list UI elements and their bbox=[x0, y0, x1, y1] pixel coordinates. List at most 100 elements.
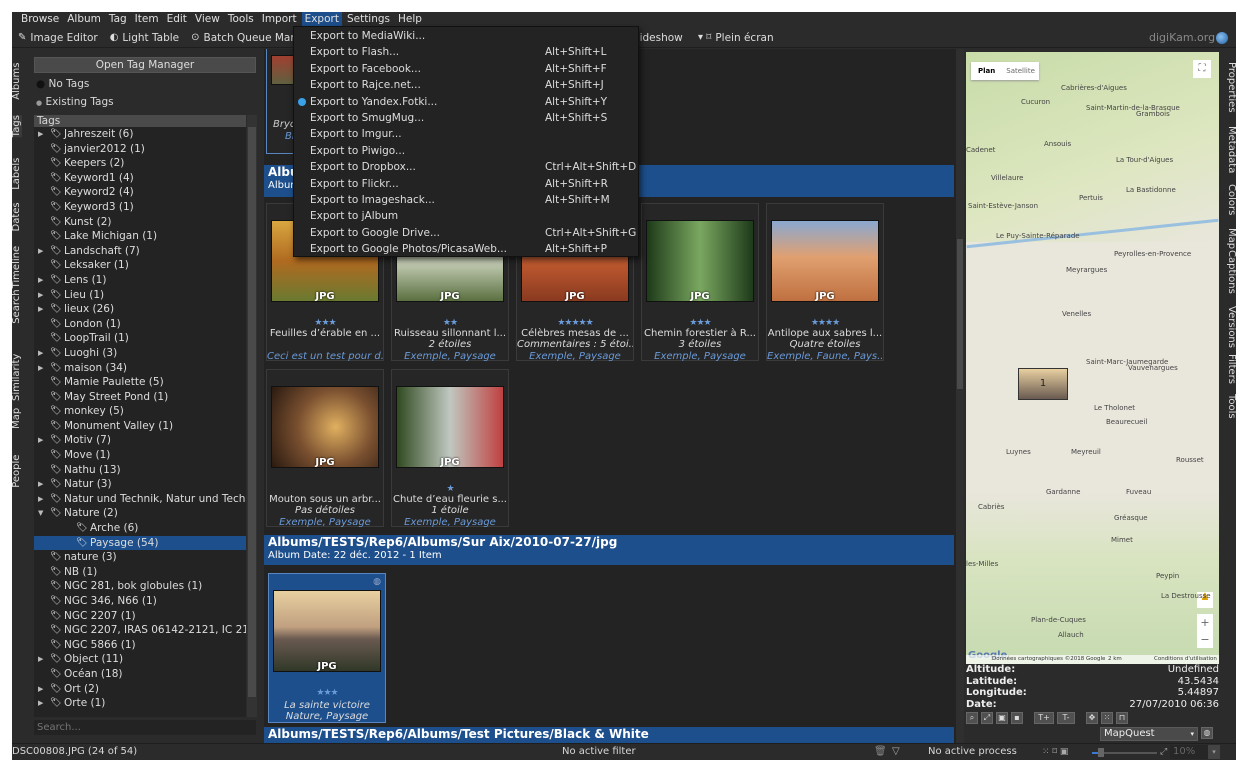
tag-item[interactable]: 🏷︎ monkey (5) bbox=[34, 404, 246, 419]
tag-item[interactable]: 🏷︎ Nathu (13) bbox=[34, 463, 246, 478]
tag-item[interactable]: ▶ 🏷︎ Ort (2) bbox=[34, 682, 246, 697]
tag-item[interactable]: 🏷︎ NGC 5866 (1) bbox=[34, 638, 246, 653]
chevron-right-icon[interactable]: ▶ bbox=[38, 273, 43, 288]
tab-labels[interactable]: Labels bbox=[12, 158, 22, 190]
text-bigger-button[interactable]: T+ bbox=[1034, 712, 1054, 724]
chevron-right-icon[interactable]: ▶ bbox=[38, 302, 43, 317]
tab-tags[interactable]: Tags bbox=[12, 115, 22, 138]
tab-people[interactable]: People bbox=[12, 455, 22, 488]
menu-settings[interactable]: Settings bbox=[344, 12, 393, 27]
tab-albums[interactable]: Albums bbox=[12, 63, 22, 100]
export-menu-item[interactable]: Export to Dropbox... Ctrl+Alt+Shift+D bbox=[294, 159, 638, 175]
tag-item[interactable]: 🏷︎ NB (1) bbox=[34, 565, 246, 580]
thumbnail-tile[interactable]: JPG ★★★★ Antilope aux sabres l... Quatre ét… bbox=[766, 203, 884, 362]
export-menu-item[interactable]: Export to MediaWiki... bbox=[294, 28, 638, 44]
zoom-to-icon[interactable]: ⌕ bbox=[966, 712, 978, 724]
tag-item[interactable]: ▶ 🏷︎ Natur (3) bbox=[34, 477, 246, 492]
map-view[interactable]: Plan Satellite ⛶ 1 ♟ +− Google Données c… bbox=[966, 52, 1219, 664]
tag-item[interactable]: ▶ 🏷︎ lieux (26) bbox=[34, 302, 246, 317]
tab-filters[interactable]: Filters bbox=[1226, 354, 1236, 384]
tag-item[interactable]: ▶ 🏷︎ Lieu (1) bbox=[34, 288, 246, 303]
tab-properties[interactable]: Properties bbox=[1226, 62, 1236, 113]
menu-import[interactable]: Import bbox=[259, 12, 300, 27]
tag-item[interactable]: ▶ 🏷︎ maison (34) bbox=[34, 361, 246, 376]
tags-column-header[interactable]: Tags bbox=[34, 115, 246, 127]
tag-item[interactable]: 🏷︎ LoopTrail (1) bbox=[34, 331, 246, 346]
chevron-right-icon[interactable]: ▶ bbox=[38, 361, 43, 376]
map-provider-select[interactable]: MapQuest ▾ bbox=[1100, 727, 1198, 741]
plan-button[interactable]: Plan bbox=[971, 62, 1002, 80]
map-zoom-control[interactable]: + − bbox=[1197, 614, 1213, 648]
light-table-button[interactable]: ◐ Light Table bbox=[110, 32, 179, 44]
tab-versions[interactable]: Versions bbox=[1226, 306, 1236, 348]
export-menu-item[interactable]: Export to Imageshack... Alt+Shift+M bbox=[294, 192, 638, 208]
thumbnail-tile[interactable]: JPG ★★★ Chemin forestier à R... 3 étoiles Ex… bbox=[641, 203, 759, 362]
export-menu-item[interactable]: Export to Google Photos/PicasaWeb... Alt+… bbox=[294, 241, 638, 257]
lock-icon[interactable]: ⊓ bbox=[1116, 712, 1128, 724]
preview-icon[interactable]: ▣ bbox=[996, 712, 1008, 724]
map-fullscreen-icon[interactable]: ⛶ bbox=[1193, 60, 1211, 78]
tag-item[interactable]: 🏷︎ Keyword3 (1) bbox=[34, 200, 246, 215]
open-tag-manager-button[interactable]: Open Tag Manager bbox=[34, 57, 256, 73]
tag-item[interactable]: ▶ 🏷︎ Jahreszeit (6) bbox=[34, 127, 246, 142]
chevron-down-icon[interactable]: ▼ bbox=[38, 506, 43, 521]
no-tags-radio[interactable]: ● No Tags bbox=[36, 78, 89, 90]
image-icon[interactable]: ▪ bbox=[1011, 712, 1023, 724]
tag-item[interactable]: 🏷︎ London (1) bbox=[34, 317, 246, 332]
export-menu-item[interactable]: Export to Yandex.Fotki... Alt+Shift+Y bbox=[294, 94, 638, 110]
export-menu-item[interactable]: Export to Flickr... Alt+Shift+R bbox=[294, 176, 638, 192]
zoom-controls-icons[interactable]: ⁙ ⌑ ▣ bbox=[1042, 744, 1068, 760]
chevron-right-icon[interactable]: ▶ bbox=[38, 682, 43, 697]
thumbnail-tile[interactable]: JPG ★ Chute d’eau fleurie s... 1 étoile Exem… bbox=[391, 369, 509, 528]
filter-icon[interactable]: ▽ bbox=[892, 744, 900, 760]
chevron-right-icon[interactable]: ▶ bbox=[38, 696, 43, 711]
tag-item[interactable]: ▶ 🏷︎ Landschaft (7) bbox=[34, 244, 246, 259]
tag-item[interactable]: 🏷︎ Arche (6) bbox=[34, 521, 246, 536]
tag-item[interactable]: ▼ 🏷︎ Nature (2) bbox=[34, 506, 246, 521]
tab-colors[interactable]: Colors bbox=[1226, 184, 1236, 215]
chevron-down-icon[interactable]: ▾ bbox=[1208, 745, 1220, 759]
menu-edit[interactable]: Edit bbox=[164, 12, 190, 27]
tab-tools[interactable]: Tools bbox=[1226, 394, 1236, 419]
tag-item[interactable]: 🏷︎ Keyword1 (4) bbox=[34, 171, 246, 186]
tag-item[interactable]: ▶ 🏷︎ Natur und Technik, Natur und Technik bbox=[34, 492, 246, 507]
export-menu-item[interactable]: Export to Piwigo... bbox=[294, 143, 638, 159]
tab-captions[interactable]: Captions bbox=[1226, 250, 1236, 294]
export-menu-item[interactable]: Export to jAlbum bbox=[294, 208, 638, 224]
zoom-level-input[interactable]: 10% bbox=[1170, 745, 1208, 759]
tag-item[interactable]: 🏷︎ NGC 2207 (1) bbox=[34, 609, 246, 624]
thumbnail-scrollbar[interactable] bbox=[956, 49, 964, 743]
tag-item[interactable]: 🏷︎ janvier2012 (1) bbox=[34, 142, 246, 157]
tag-item[interactable]: ▶ 🏷︎ Orte (1) bbox=[34, 696, 246, 711]
chevron-right-icon[interactable]: ▶ bbox=[38, 477, 43, 492]
globe-icon[interactable]: ◍ bbox=[1201, 727, 1213, 739]
menu-tools[interactable]: Tools bbox=[225, 12, 257, 27]
export-menu-item[interactable]: Export to Google Drive... Ctrl+Alt+Shift+… bbox=[294, 225, 638, 241]
menu-item[interactable]: Item bbox=[132, 12, 162, 27]
tag-item[interactable]: 🏷︎ Paysage (54) bbox=[34, 535, 246, 551]
export-menu-item[interactable]: Export to Flash... Alt+Shift+L bbox=[294, 44, 638, 60]
menu-help[interactable]: Help bbox=[395, 12, 425, 27]
text-smaller-button[interactable]: T- bbox=[1057, 712, 1075, 724]
chevron-right-icon[interactable]: ▶ bbox=[38, 288, 43, 303]
tag-item[interactable]: ▶ 🏷︎ Luoghi (3) bbox=[34, 346, 246, 361]
tag-item[interactable]: ▶ 🏷︎ Object (11) bbox=[34, 652, 246, 667]
satellite-button[interactable]: Satellite bbox=[1002, 62, 1039, 80]
tag-item[interactable]: 🏷︎ NGC 2207, IRAS 06142-2121, IC 2163 bbox=[34, 623, 246, 638]
image-editor-button[interactable]: ✎ Image Editor bbox=[18, 32, 98, 44]
tag-item[interactable]: 🏷︎ Move (1) bbox=[34, 448, 246, 463]
tag-item[interactable]: 🏷︎ May Street Pond (1) bbox=[34, 390, 246, 405]
map-photo-marker[interactable]: 1 bbox=[1018, 368, 1068, 400]
tab-map[interactable]: Map bbox=[12, 408, 22, 429]
tag-item[interactable]: 🏷︎ Lake Michigan (1) bbox=[34, 229, 246, 244]
tab-similarity[interactable]: Similarity bbox=[12, 354, 22, 401]
move-icon[interactable]: ✥ bbox=[1086, 712, 1098, 724]
tag-item[interactable]: 🏷︎ nature (3) bbox=[34, 550, 246, 565]
zoom-slider[interactable] bbox=[1092, 748, 1157, 757]
export-menu-item[interactable]: Export to Imgur... bbox=[294, 126, 638, 142]
tab-metadata[interactable]: Metadata bbox=[1226, 126, 1236, 173]
tag-item[interactable]: 🏷︎ Keepers (2) bbox=[34, 156, 246, 171]
tag-search-input[interactable] bbox=[34, 720, 256, 735]
menu-view[interactable]: View bbox=[192, 12, 223, 27]
tab-timeline[interactable]: Timeline bbox=[12, 246, 22, 289]
